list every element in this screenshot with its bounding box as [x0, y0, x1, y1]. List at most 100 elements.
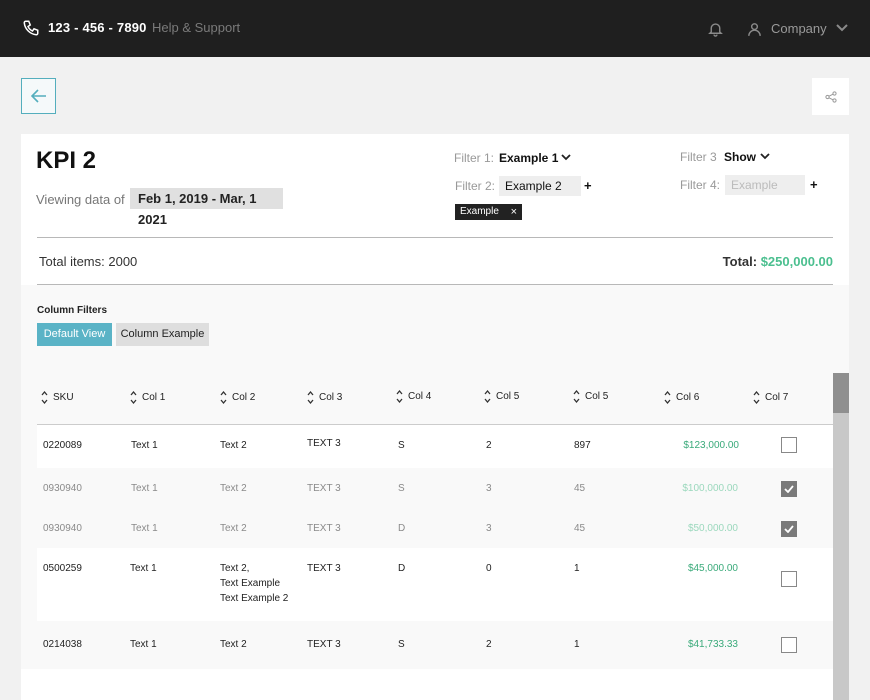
table-row[interactable]: 0214038 Text 1 Text 2 TEXT 3 S 2 1 $41,7… — [37, 621, 833, 669]
cell-col-6: $50,000.00 — [687, 523, 738, 534]
cell-sku: 0220089 — [43, 440, 82, 451]
cell-col-2-line-3: Text Example 2 — [220, 593, 289, 604]
cell-sku: 0930940 — [43, 523, 82, 534]
header-label: Col 7 — [765, 392, 789, 403]
sort-icon — [573, 390, 580, 403]
cell-col-5: 3 — [486, 483, 492, 494]
cell-col-5b: 45 — [574, 483, 586, 494]
table-row[interactable]: 0930940 Text 1 Text 2 TEXT 3 D 3 45 $50,… — [37, 508, 833, 548]
chevron-down-icon[interactable] — [835, 23, 849, 33]
header-label: SKU — [53, 392, 74, 403]
header-col-5b[interactable]: Col 5 — [573, 390, 608, 403]
cell-col-4: S — [398, 483, 405, 494]
sort-icon — [41, 391, 48, 404]
kpi-card: KPI 2 Viewing data of Feb 1, 2019 - Mar,… — [21, 134, 849, 700]
column-filters-label: Column Filters — [37, 305, 108, 316]
cell-sku: 0500259 — [43, 563, 82, 574]
filter-2-add-button[interactable]: + — [584, 178, 592, 193]
cell-col-2: Text 2 — [220, 523, 247, 534]
cell-col-6: $123,000.00 — [683, 440, 739, 451]
phone-icon[interactable] — [22, 19, 40, 37]
cell-col-4: D — [398, 563, 406, 574]
row-checkbox[interactable] — [781, 571, 797, 587]
table-row[interactable]: 0220089 Text 1 Text 2 TEXT 3 S 2 897 $12… — [37, 425, 833, 468]
cell-col-2-line-1: Text 2, — [220, 563, 250, 574]
header-col-5[interactable]: Col 5 — [484, 390, 519, 403]
sort-icon — [307, 391, 314, 404]
cell-col-1: Text 1 — [131, 483, 158, 494]
divider — [37, 237, 833, 238]
row-checkbox[interactable] — [781, 481, 797, 497]
filter-1-select[interactable]: Example 1 — [499, 151, 558, 165]
cell-col-1: Text 1 — [131, 440, 158, 451]
filter-4-label: Filter 4: — [680, 178, 721, 192]
header-label: Col 5 — [585, 391, 609, 402]
check-icon — [784, 485, 794, 493]
cell-col-1: Text 1 — [130, 639, 157, 650]
cell-col-2-line-2: Text Example — [220, 578, 281, 589]
cell-col-4: D — [398, 523, 406, 534]
filter-4-input[interactable]: Example — [725, 175, 805, 195]
share-button[interactable] — [812, 78, 849, 115]
header-col-2[interactable]: Col 2 — [220, 391, 255, 404]
tag-label: Example — [460, 206, 499, 217]
cell-col-2: Text 2 — [220, 483, 247, 494]
user-icon[interactable] — [746, 21, 763, 38]
scrollbar-track[interactable] — [833, 373, 849, 700]
column-example-button[interactable]: Column Example — [116, 323, 209, 346]
sort-icon — [220, 391, 227, 404]
cell-sku: 0930940 — [43, 483, 82, 494]
cell-col-5b: 897 — [574, 440, 591, 451]
header-label: Col 1 — [142, 392, 166, 403]
filter-4-add-button[interactable]: + — [810, 177, 818, 192]
cell-col-5b: 1 — [574, 563, 580, 574]
date-range-picker[interactable]: Feb 1, 2019 - Mar, 1 2021 — [130, 188, 283, 227]
sort-icon — [664, 391, 671, 404]
chevron-down-icon[interactable] — [760, 153, 770, 160]
phone-number[interactable]: 123 - 456 - 7890 — [48, 20, 147, 35]
total-label: Total: — [722, 254, 758, 269]
page-title: KPI 2 — [36, 147, 97, 174]
header-label: Col 4 — [408, 391, 432, 402]
sort-icon — [484, 390, 491, 403]
back-button[interactable] — [21, 78, 56, 114]
header-col-7[interactable]: Col 7 — [753, 391, 788, 404]
cell-col-2: Text 2 — [220, 639, 247, 650]
cell-col-1: Text 1 — [130, 563, 157, 574]
sort-icon — [753, 391, 760, 404]
header-label: Col 5 — [496, 391, 520, 402]
cell-col-4: S — [398, 639, 405, 650]
bell-icon[interactable] — [707, 20, 724, 38]
cell-col-3: TEXT 3 — [307, 639, 341, 650]
arrow-left-icon — [30, 89, 46, 103]
total-value: Total: $250,000.00 — [723, 254, 833, 269]
row-checkbox[interactable] — [781, 637, 797, 653]
chevron-down-icon[interactable] — [561, 154, 571, 161]
filter-3-select[interactable]: Show — [724, 150, 756, 164]
scrollbar-thumb[interactable] — [833, 373, 849, 413]
cell-col-1: Text 1 — [131, 523, 158, 534]
table-header: SKU Col 1 Col 2 Col 3 Col 4 Col 5 Col 5 … — [37, 371, 833, 425]
table-row[interactable]: 0930940 Text 1 Text 2 TEXT 3 S 3 45 $100… — [37, 468, 833, 508]
tag-remove-icon[interactable]: × — [511, 204, 517, 220]
header-col-1[interactable]: Col 1 — [130, 391, 165, 404]
cell-col-5: 0 — [486, 563, 492, 574]
header-col-4[interactable]: Col 4 — [396, 390, 431, 403]
cell-col-5: 2 — [486, 440, 492, 451]
cell-col-5: 3 — [486, 523, 492, 534]
default-view-button[interactable]: Default View — [37, 323, 112, 346]
row-checkbox[interactable] — [781, 437, 797, 453]
company-menu[interactable]: Company — [771, 21, 827, 36]
header-col-3[interactable]: Col 3 — [307, 391, 342, 404]
table-row[interactable]: 0500259 Text 1 Text 2, Text Example Text… — [37, 548, 833, 621]
cell-col-5: 2 — [486, 639, 492, 650]
cell-col-3: TEXT 3 — [307, 563, 341, 574]
cell-col-3: TEXT 3 — [307, 438, 341, 449]
cell-col-4: S — [398, 440, 405, 451]
filter-2-input[interactable]: Example 2 — [499, 176, 581, 196]
help-support-link[interactable]: Help & Support — [152, 20, 240, 35]
header-label: Col 2 — [232, 392, 256, 403]
header-col-6[interactable]: Col 6 — [664, 391, 699, 404]
row-checkbox[interactable] — [781, 521, 797, 537]
header-sku[interactable]: SKU — [41, 391, 74, 404]
